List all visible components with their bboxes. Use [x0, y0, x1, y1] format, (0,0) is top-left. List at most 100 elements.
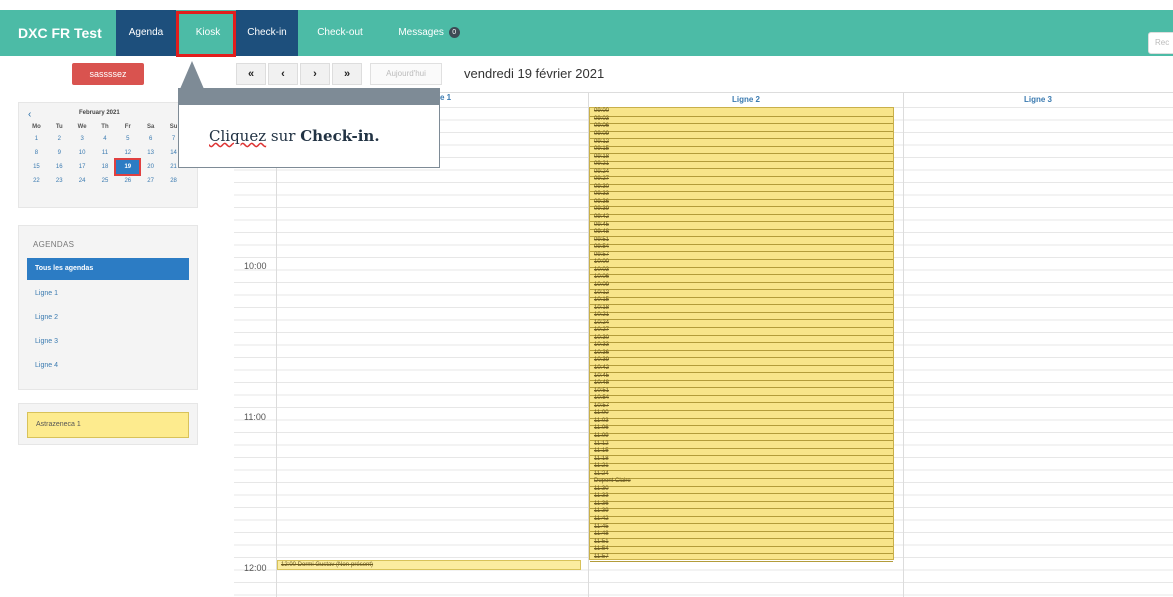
calendar-day[interactable]: 2	[48, 132, 71, 146]
time-slot[interactable]: 11:12	[594, 441, 609, 448]
time-slot[interactable]: 10:18	[594, 305, 609, 312]
time-slot[interactable]: 10:57	[594, 403, 609, 410]
time-slot[interactable]: 11:48	[594, 531, 609, 538]
time-slot[interactable]: 10:48	[594, 380, 609, 387]
time-slot[interactable]: 10:15	[594, 297, 609, 304]
time-slot[interactable]: 11:18	[594, 456, 609, 463]
first-page-button[interactable]: «	[236, 63, 266, 85]
time-slot[interactable]: 09:45	[594, 222, 609, 229]
today-button[interactable]: Aujourd'hui	[370, 63, 442, 85]
nav-agenda[interactable]: Agenda	[116, 10, 176, 56]
time-slot[interactable]: 11:30	[594, 486, 609, 493]
calendar-day[interactable]: 24	[71, 174, 94, 188]
booked-slot[interactable]: Dupont Claire	[594, 478, 631, 485]
time-slot[interactable]: 10:00	[594, 259, 609, 266]
time-slot[interactable]: 11:09	[594, 433, 609, 440]
time-slot[interactable]: 09:42	[594, 214, 609, 221]
last-page-button[interactable]: »	[332, 63, 362, 85]
nav-messages[interactable]: Messages 0	[384, 10, 474, 56]
agenda-line-2[interactable]: Ligne 2	[35, 314, 58, 321]
time-slot[interactable]: 10:09	[594, 282, 609, 289]
agenda-line-1[interactable]: Ligne 1	[35, 290, 58, 297]
event-type-astrazeneca[interactable]: Astrazeneca 1	[27, 412, 189, 438]
time-slot[interactable]: 09:54	[594, 244, 609, 251]
appointment-slots-ligne-2[interactable]: 09:00 09:03 09:06 09:09 09:12 09:15 09:18 09:21…	[589, 107, 894, 562]
time-slot[interactable]: 09:57	[594, 252, 609, 259]
calendar-day[interactable]: 23	[48, 174, 71, 188]
calendar-day[interactable]: 17	[71, 160, 94, 174]
calendar-day[interactable]: 3	[71, 132, 94, 146]
chevron-left-icon[interactable]: ‹	[28, 109, 31, 120]
time-slot[interactable]: 11:15	[594, 448, 609, 455]
time-slot[interactable]: 09:24	[594, 169, 609, 176]
calendar-day[interactable]: 1	[25, 132, 48, 146]
brand-title[interactable]: DXC FR Test	[8, 10, 118, 56]
time-slot[interactable]: 09:36	[594, 199, 609, 206]
time-slot[interactable]: 10:45	[594, 373, 609, 380]
agenda-all-button[interactable]: Tous les agendas	[27, 258, 189, 280]
calendar-day[interactable]: 12	[116, 146, 139, 160]
time-slot[interactable]: 10:36	[594, 350, 609, 357]
time-slot[interactable]: 10:21	[594, 312, 609, 319]
calendar-day[interactable]: 4	[94, 132, 117, 146]
time-slot[interactable]: 09:06	[594, 123, 609, 130]
calendar-day[interactable]: 18	[94, 160, 117, 174]
time-slot[interactable]: 09:27	[594, 176, 609, 183]
time-slot[interactable]: 11:00	[594, 410, 609, 417]
time-slot[interactable]: 09:51	[594, 237, 609, 244]
time-slot[interactable]: 11:42	[594, 516, 609, 523]
calendar-day[interactable]: 10	[71, 146, 94, 160]
time-slot[interactable]: 11:45	[594, 524, 609, 531]
time-slot[interactable]: 11:21	[594, 463, 609, 470]
time-slot[interactable]: 11:57	[594, 554, 609, 561]
calendar-day[interactable]: 5	[116, 132, 139, 146]
calendar-day[interactable]: 16	[48, 160, 71, 174]
time-slot[interactable]: 11:03	[594, 418, 609, 425]
calendar-day[interactable]: 15	[25, 160, 48, 174]
nav-check-out[interactable]: Check-out	[308, 10, 372, 56]
time-slot[interactable]: 09:33	[594, 191, 609, 198]
agenda-line-3[interactable]: Ligne 3	[35, 338, 58, 345]
time-slot[interactable]: 09:39	[594, 206, 609, 213]
time-slot[interactable]: 11:24	[594, 471, 609, 478]
action-button[interactable]: sassssez	[72, 63, 144, 85]
search-input[interactable]: Rec	[1148, 32, 1173, 54]
time-slot[interactable]: 11:54	[594, 546, 609, 553]
calendar-day-selected[interactable]: 19	[114, 158, 142, 176]
appointment-event[interactable]: 12:00 Dormi Gustav (Non-présent)	[277, 560, 581, 570]
calendar-day[interactable]: 28	[162, 174, 185, 188]
next-button[interactable]: ›	[300, 63, 330, 85]
time-slot[interactable]: 10:30	[594, 335, 609, 342]
time-slot[interactable]: 11:51	[594, 539, 609, 546]
time-slot[interactable]: 10:39	[594, 357, 609, 364]
time-slot[interactable]: 10:54	[594, 395, 609, 402]
time-slot[interactable]: 09:30	[594, 184, 609, 191]
time-slot[interactable]: 09:03	[594, 116, 609, 123]
time-slot[interactable]: 10:24	[594, 320, 609, 327]
time-slot[interactable]: 10:27	[594, 327, 609, 334]
calendar-day[interactable]: 25	[94, 174, 117, 188]
calendar-day[interactable]: 9	[48, 146, 71, 160]
time-slot[interactable]: 09:12	[594, 139, 609, 146]
time-slot[interactable]: 10:51	[594, 388, 609, 395]
time-slot[interactable]: 09:18	[594, 154, 609, 161]
calendar-day[interactable]: 13	[139, 146, 162, 160]
time-slot[interactable]: 10:33	[594, 342, 609, 349]
calendar-day[interactable]: 6	[139, 132, 162, 146]
agenda-line-4[interactable]: Ligne 4	[35, 362, 58, 369]
time-slot[interactable]: 10:03	[594, 267, 609, 274]
calendar-day[interactable]: 11	[94, 146, 117, 160]
time-slot[interactable]: 09:00	[594, 108, 609, 115]
calendar-day[interactable]: 26	[116, 174, 139, 188]
time-slot[interactable]: 09:48	[594, 229, 609, 236]
time-slot[interactable]: 10:12	[594, 290, 609, 297]
calendar-day[interactable]: 22	[25, 174, 48, 188]
time-slot[interactable]: 11:33	[594, 493, 609, 500]
time-slot[interactable]: 09:21	[594, 161, 609, 168]
calendar-day[interactable]: 27	[139, 174, 162, 188]
time-slot[interactable]: 09:15	[594, 146, 609, 153]
time-slot[interactable]: 11:39	[594, 508, 609, 515]
nav-check-in[interactable]: Check-in	[236, 10, 298, 56]
time-slot[interactable]: 11:36	[594, 501, 609, 508]
calendar-day[interactable]: 8	[25, 146, 48, 160]
